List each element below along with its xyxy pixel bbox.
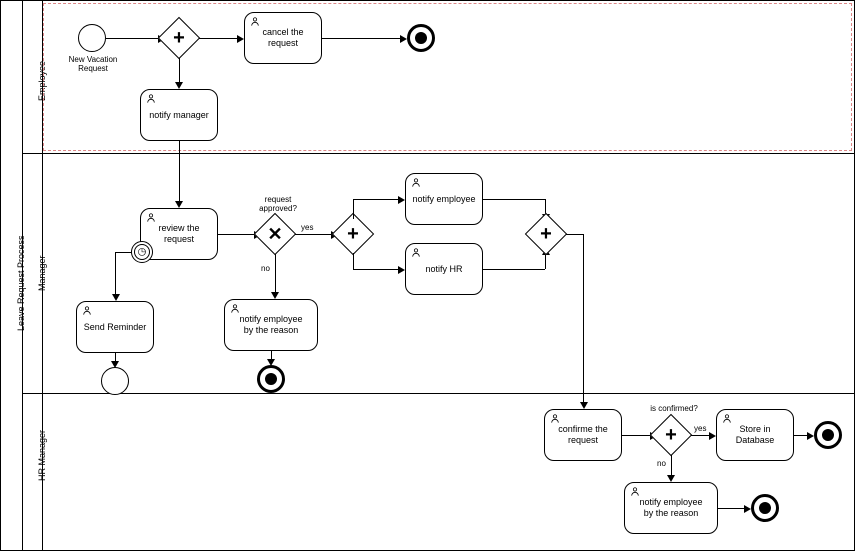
flow-label-no1: no: [261, 264, 270, 273]
flow-split-hr-arrow: [398, 266, 405, 274]
end-inner-icon: [265, 373, 277, 385]
plus-icon: +: [173, 28, 185, 48]
flow-timer-reminder-v: [115, 252, 116, 296]
flow-gw-cancel-arrow: [237, 35, 244, 43]
task-notify-reason-1: notify employeeby the reason: [224, 299, 318, 351]
task-store-db: Store inDatabase: [716, 409, 794, 461]
flow-emp-join-h: [483, 199, 545, 200]
lane-divider-2: [23, 393, 854, 394]
flow-gw-notifymgr-arrow: [175, 82, 183, 89]
flow-reason2-end: [718, 508, 746, 509]
task-label: cancel therequest: [262, 27, 303, 49]
end-event-reject: [257, 365, 285, 393]
flow-start-gw: [106, 38, 160, 39]
flow-yes-store: [691, 435, 711, 436]
task-label: notify employee: [412, 194, 475, 205]
user-icon: [82, 305, 92, 316]
flow-no-reason2: [671, 455, 672, 477]
end-event-store: [814, 421, 842, 449]
user-icon: [411, 247, 421, 258]
flow-cancel-end: [322, 38, 402, 39]
end-inner-icon: [759, 502, 771, 514]
lane-label-hr: HR Manager: [37, 430, 47, 481]
flow-split-hr-v: [353, 253, 354, 269]
flow-no-reason: [275, 254, 276, 294]
task-label: notify HR: [425, 264, 462, 275]
task-confirm-request: confirme therequest: [544, 409, 622, 461]
task-notify-manager: notify manager: [140, 89, 218, 141]
flow-reason2-end-arrow: [744, 505, 751, 513]
task-send-reminder: Send Reminder: [76, 301, 154, 353]
lane-label-manager: Manager: [37, 255, 47, 291]
plus-icon: +: [347, 224, 359, 244]
x-icon: ✕: [267, 225, 282, 243]
user-icon: [146, 212, 156, 223]
user-icon: [550, 413, 560, 424]
flow-timer-reminder-arrow: [112, 294, 120, 301]
task-cancel-request: cancel therequest: [244, 12, 322, 64]
task-notify-employee: notify employee: [405, 173, 483, 225]
flow-split-emp-arrow: [398, 196, 405, 204]
flow-label-yes1: yes: [301, 223, 313, 232]
flow-split-emp-h: [353, 199, 401, 200]
flow-join-confirm-h: [566, 234, 584, 235]
flow-notifymgr-review: [179, 141, 180, 203]
flow-yes-store-arrow: [709, 432, 716, 440]
task-label: Send Reminder: [84, 322, 147, 333]
lane-divider-1: [23, 153, 854, 154]
gateway-is-confirmed: +: [650, 414, 692, 456]
boundary-timer-event: ◷: [131, 241, 153, 263]
flow-timer-reminder-h: [115, 252, 132, 253]
bpmn-diagram: Leave Request Process Employee Manager H…: [0, 0, 855, 551]
flow-split-hr-h: [353, 269, 401, 270]
gateway-parallel-split: +: [332, 213, 374, 255]
flow-yes-split: [295, 234, 333, 235]
gateway-label-approved: requestapproved?: [248, 195, 308, 213]
start-event: [78, 24, 106, 52]
end-event-reason2: [751, 494, 779, 522]
task-label: notify employeeby the reason: [639, 497, 702, 519]
gateway-parallel-join: +: [525, 213, 567, 255]
plus-icon: +: [540, 224, 552, 244]
plus-icon: +: [665, 425, 677, 445]
task-notify-hr: notify HR: [405, 243, 483, 295]
task-notify-reason-2: notify employeeby the reason: [624, 482, 718, 534]
task-label: notify employeeby the reason: [239, 314, 302, 336]
end-event-cancel: [407, 24, 435, 52]
end-inner-icon: [822, 429, 834, 441]
flow-gw-cancel: [199, 38, 239, 39]
flow-review-gw: [218, 234, 256, 235]
task-label: confirme therequest: [558, 424, 608, 446]
flow-hr-join-h: [483, 269, 545, 270]
task-label: Store inDatabase: [736, 424, 775, 446]
flow-notifymgr-review-arrow: [175, 201, 183, 208]
flow-label-no2: no: [657, 459, 666, 468]
user-icon: [146, 93, 156, 104]
clock-icon: ◷: [138, 247, 147, 258]
end-event-reminder: [101, 367, 129, 395]
gateway-exclusive-approved: ✕: [254, 213, 296, 255]
start-event-label: New VacationRequest: [64, 55, 122, 73]
flow-split-emp-v2: [353, 199, 354, 215]
flow-join-confirm-v: [583, 234, 584, 404]
flow-no-reason-arrow: [271, 292, 279, 299]
task-label: notify manager: [149, 110, 209, 121]
flow-store-end-arrow: [807, 432, 814, 440]
task-label: review therequest: [158, 223, 199, 245]
user-icon: [250, 16, 260, 27]
user-icon: [630, 486, 640, 497]
flow-no-reason2-arrow: [667, 475, 675, 482]
lanes-title-bar: Employee Manager HR Manager: [23, 1, 43, 550]
gateway-label-confirmed: is confirmed?: [644, 404, 704, 413]
user-icon: [230, 303, 240, 314]
flow-label-yes2: yes: [694, 424, 706, 433]
flow-gw-notifymgr: [179, 58, 180, 84]
flow-cancel-end-arrow: [400, 35, 407, 43]
flow-join-confirm-arrow: [580, 402, 588, 409]
flow-confirm-gw: [622, 435, 652, 436]
pool-title-bar: Leave Request Process: [1, 1, 23, 550]
end-inner-icon: [415, 32, 427, 44]
user-icon: [722, 413, 732, 424]
user-icon: [411, 177, 421, 188]
